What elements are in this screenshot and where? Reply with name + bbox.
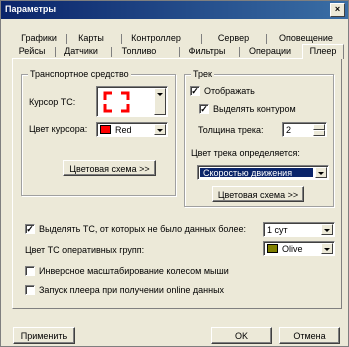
group-color-select[interactable]: Olive xyxy=(263,241,335,256)
window-title: Параметры xyxy=(5,4,57,14)
cursor-preview-icon xyxy=(103,91,130,113)
cursor-color-label: Цвет курсора: xyxy=(29,124,88,134)
highlight-stale-period-select[interactable]: 1 сут xyxy=(263,222,335,237)
tab-sensors[interactable]: Датчики xyxy=(59,45,103,58)
track-thickness-label: Толщина трека: xyxy=(198,125,264,135)
track-thickness-stepper[interactable]: 2 xyxy=(282,122,327,137)
cursor-select[interactable] xyxy=(96,86,168,117)
track-color-scheme-button[interactable]: Цветовая схема >> xyxy=(212,186,304,202)
autostart-player-label: Запуск плеера при получении online данны… xyxy=(39,285,225,295)
chevron-down-icon[interactable] xyxy=(315,167,327,178)
tab-player[interactable]: Плеер xyxy=(302,44,344,59)
tab-maps[interactable]: Карты xyxy=(71,32,111,45)
chevron-down-icon[interactable] xyxy=(154,124,166,135)
group-color-label: Цвет ТС оперативных групп: xyxy=(25,245,145,255)
title-bar: Параметры × xyxy=(1,1,348,19)
olive-swatch-icon xyxy=(267,244,278,253)
tab-filters[interactable]: Фильтры xyxy=(185,45,229,58)
red-swatch-icon xyxy=(100,125,111,134)
tab-controller[interactable]: Контроллер xyxy=(126,32,186,45)
chevron-down-icon[interactable] xyxy=(321,224,333,235)
inverse-scale-label: Инверсное масштабирование колесом мыши xyxy=(39,266,229,276)
ok-button[interactable]: OK xyxy=(211,327,272,344)
apply-button[interactable]: Применить xyxy=(13,327,75,344)
chevron-down-icon[interactable] xyxy=(321,243,333,254)
tab-fuel[interactable]: Топливо xyxy=(117,45,161,58)
outline-track-label: Выделять контуром xyxy=(213,104,296,114)
close-icon[interactable]: × xyxy=(330,3,345,17)
inverse-scale-checkbox[interactable] xyxy=(25,266,35,276)
track-color-mode-value: Скоростью движения xyxy=(203,168,293,178)
stepper-down-icon[interactable] xyxy=(313,130,325,136)
tab-trips[interactable]: Рейсы xyxy=(15,45,49,58)
vehicle-group-title: Транспортное средство xyxy=(28,69,131,79)
show-track-checkbox[interactable]: ✓ xyxy=(190,86,200,96)
tab-graphs[interactable]: Графики xyxy=(19,32,59,45)
cancel-button[interactable]: Отмена xyxy=(279,327,340,344)
tab-operations[interactable]: Операции xyxy=(244,45,296,58)
track-color-defined-label: Цвет трека определяется: xyxy=(191,148,300,158)
track-thickness-value: 2 xyxy=(286,125,292,135)
highlight-stale-label: Выделять ТС, от которых не было данных б… xyxy=(39,224,246,234)
show-track-label: Отображать xyxy=(204,86,255,96)
chevron-down-icon[interactable] xyxy=(154,88,166,115)
track-color-mode-select[interactable]: Скоростью движения xyxy=(197,165,329,180)
outline-track-checkbox[interactable]: ✓ xyxy=(199,104,209,114)
autostart-player-checkbox[interactable] xyxy=(25,285,35,295)
highlight-stale-period-value: 1 сут xyxy=(267,225,288,235)
parameters-dialog: Параметры × Графики Карты Контроллер Сер… xyxy=(0,0,349,347)
cursor-label: Курсор ТС: xyxy=(29,97,76,107)
highlight-stale-checkbox[interactable]: ✓ xyxy=(25,224,35,234)
vehicle-color-scheme-button[interactable]: Цветовая схема >> xyxy=(63,160,156,176)
cursor-color-select[interactable]: Red xyxy=(96,122,168,137)
group-color-value: Olive xyxy=(282,244,303,254)
tab-server[interactable]: Сервер xyxy=(211,32,256,45)
track-group-title: Трек xyxy=(191,69,214,79)
cursor-color-value: Red xyxy=(115,125,132,135)
